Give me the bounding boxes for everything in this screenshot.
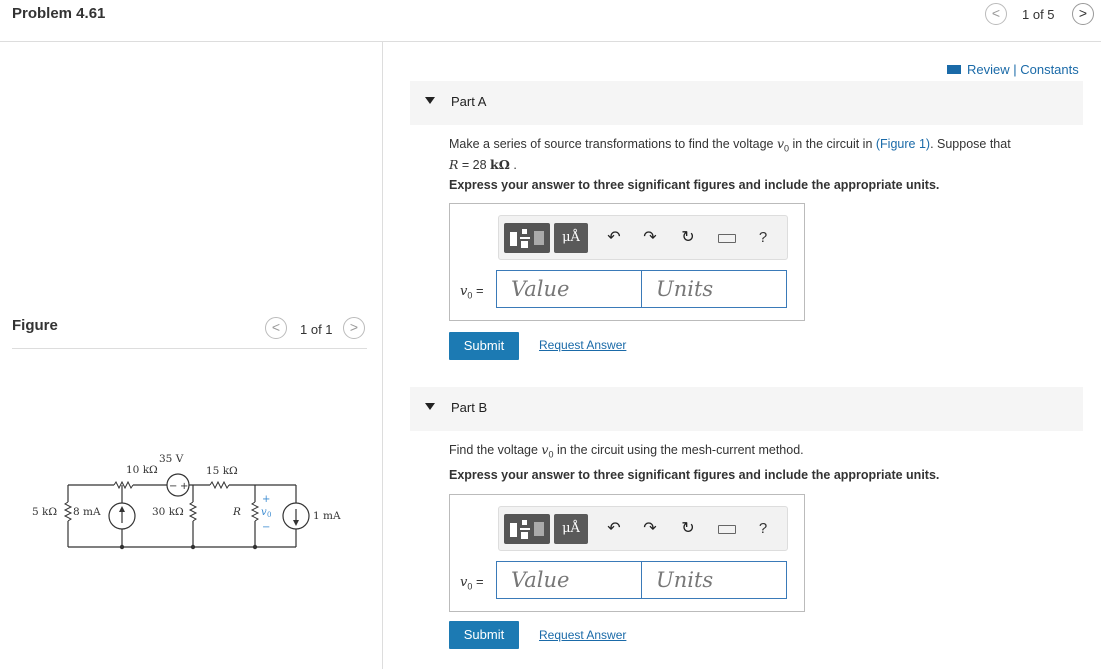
collapse-triangle-icon [425,97,435,104]
part-a-r-value: = 28 [458,157,491,172]
vo-plus: + [262,494,270,505]
templates-button[interactable] [504,514,550,544]
part-a-units-input[interactable]: Units [641,270,787,308]
undo-icon[interactable]: ↶ [603,514,625,544]
part-a-label: Part A [451,94,487,109]
part-a-answer-box: μÅ ↶ ↷ ↻ ? v0 = Value Units [449,203,805,321]
part-b-question-prefix: Find the voltage [449,443,542,457]
undo-icon[interactable]: ↶ [603,223,625,253]
templates-button[interactable] [504,223,550,253]
review-constants-link[interactable]: Review | Constants [947,62,1079,77]
part-a-question: Make a series of source transformations … [449,136,1049,173]
part-a-header[interactable]: Part A [410,81,1083,125]
part-a-instruction: Express your answer to three significant… [449,178,940,192]
part-b-header[interactable]: Part B [410,387,1083,431]
collapse-triangle-icon [425,403,435,410]
label-15k: 15 kΩ [206,465,238,477]
problem-pager: 1 of 5 [1022,7,1055,22]
figure-pager: 1 of 1 [300,322,333,337]
keyboard-icon[interactable] [715,514,737,544]
part-a-value-input[interactable]: Value [496,270,642,308]
part-b-question: Find the voltage v0 in the circuit using… [449,442,1049,463]
part-b-label: Part B [451,400,488,415]
problem-title: Problem 4.61 [12,5,106,22]
reset-icon[interactable]: ↻ [677,223,699,253]
part-b-toolbar: μÅ ↶ ↷ ↻ ? [498,506,788,551]
figure-title: Figure [12,317,58,334]
part-a-r-symbol: R [449,156,459,172]
part-b-units-input[interactable]: Units [641,561,787,599]
figure-1-link[interactable]: (Figure 1) [876,137,930,151]
part-a-question-prefix: Make a series of source transformations … [449,137,777,151]
help-icon[interactable]: ? [755,223,771,253]
book-icon [947,65,961,74]
label-r: R [232,506,241,518]
prev-problem-button[interactable]: < [985,3,1007,25]
next-problem-button[interactable]: > [1072,3,1094,25]
reset-icon[interactable]: ↻ [677,514,699,544]
part-b-value-input[interactable]: Value [496,561,642,599]
part-a-question-end: . [509,157,517,172]
source-minus-sign: − [169,481,177,492]
label-30k: 30 kΩ [152,506,184,518]
part-a-question-mid: in the circuit in [789,137,876,151]
review-constants-text: Review | Constants [967,62,1079,77]
label-1ma: 1 mA [313,510,341,522]
units-button[interactable]: μÅ [554,223,588,253]
next-figure-button[interactable]: > [343,317,365,339]
label-8ma: 8 mA [73,506,101,518]
circuit-diagram[interactable]: − + 35 V 10 kΩ 15 kΩ 5 kΩ 8 mA 30 kΩ R 1… [28,445,358,555]
vo-subscript: 0 [267,511,271,519]
help-icon[interactable]: ? [755,514,771,544]
part-b-request-answer-link[interactable]: Request Answer [539,628,626,642]
part-b-submit-button[interactable]: Submit [449,621,519,649]
redo-icon[interactable]: ↷ [639,223,661,253]
part-b-equation-label: v0 = [460,574,484,592]
part-a-eq-equals: = [472,283,484,298]
prev-figure-button[interactable]: < [265,317,287,339]
header-bar: Problem 4.61 < 1 of 5 > [0,0,1101,42]
part-a-request-answer-link[interactable]: Request Answer [539,338,626,352]
part-b-answer-box: μÅ ↶ ↷ ↻ ? v0 = Value Units [449,494,805,612]
vo-minus: − [262,522,270,533]
part-a-equation-label: v0 = [460,283,484,301]
redo-icon[interactable]: ↷ [639,514,661,544]
part-a-var: v [776,136,785,151]
label-10k: 10 kΩ [126,464,158,476]
label-35v: 35 V [159,453,184,465]
part-b-instruction: Express your answer to three significant… [449,468,940,482]
part-b-question-suffix: in the circuit using the mesh-current me… [553,443,804,457]
part-a-r-unit: kΩ [490,156,510,172]
figure-divider [12,348,367,349]
panel-divider [382,42,383,669]
keyboard-icon[interactable] [715,223,737,253]
source-plus-sign: + [180,481,188,492]
label-5k: 5 kΩ [32,506,57,518]
part-b-eq-equals: = [472,574,484,589]
units-button[interactable]: μÅ [554,514,588,544]
part-a-toolbar: μÅ ↶ ↷ ↻ ? [498,215,788,260]
part-a-question-suffix: . Suppose that [930,137,1011,151]
part-a-submit-button[interactable]: Submit [449,332,519,360]
